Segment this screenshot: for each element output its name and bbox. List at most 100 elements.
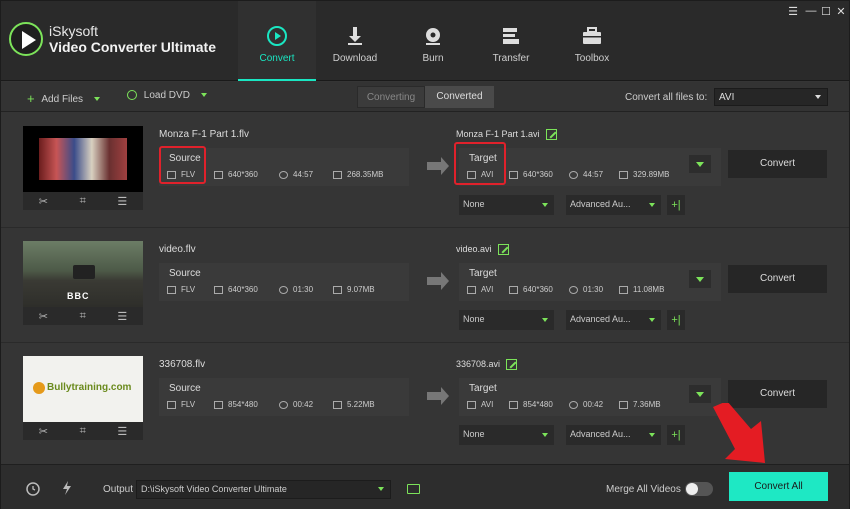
menu-icon[interactable]: ☰ <box>786 5 800 18</box>
thumbnail-image <box>39 138 127 180</box>
resolution-icon <box>509 170 518 179</box>
audio-select[interactable]: Advanced Au... <box>566 195 661 215</box>
source-duration: 00:42 <box>279 400 313 409</box>
minimize-icon[interactable]: — <box>804 5 818 17</box>
bullytraining-logo-text: Bullytraining.com <box>47 382 132 393</box>
target-format-dropdown[interactable] <box>689 385 711 403</box>
transfer-icon <box>503 28 519 44</box>
folder-icon <box>619 285 628 294</box>
target-resolution: 640*360 <box>509 285 553 294</box>
resolution-icon <box>214 285 223 294</box>
plus-icon: + <box>27 91 35 106</box>
target-resolution: 854*480 <box>509 400 553 409</box>
subtitle-select[interactable]: None <box>459 310 554 330</box>
subtitle-select[interactable]: None <box>459 425 554 445</box>
merge-all-toggle[interactable] <box>685 482 713 496</box>
car-shape <box>73 265 95 279</box>
add-subtitle-icon[interactable]: +| <box>667 310 685 330</box>
load-dvd-button[interactable]: Load DVD <box>127 90 207 101</box>
target-format-dropdown[interactable] <box>689 270 711 288</box>
video-thumbnail[interactable] <box>23 126 143 192</box>
add-files-button[interactable]: + Add Files <box>27 90 100 106</box>
tab-converting[interactable]: Converting <box>357 86 425 108</box>
source-resolution: 854*480 <box>214 400 258 409</box>
convert-all-button[interactable]: Convert All <box>729 472 828 501</box>
film-icon <box>467 400 476 409</box>
trim-icon[interactable]: ✂ <box>39 310 48 323</box>
output-path-value: D:\iSkysoft Video Converter Ultimate <box>141 484 287 494</box>
red-arrow-annotation-icon <box>713 403 765 463</box>
video-thumbnail[interactable]: BBC <box>23 241 143 307</box>
alarm-clock-icon[interactable] <box>25 480 41 496</box>
trim-icon[interactable]: ✂ <box>39 195 48 208</box>
effects-icon[interactable]: ☰ <box>117 195 127 208</box>
tab-transfer[interactable]: Transfer <box>472 1 550 81</box>
target-format-dropdown[interactable] <box>689 155 711 173</box>
audio-select[interactable]: Advanced Au... <box>566 310 661 330</box>
resolution-icon <box>509 285 518 294</box>
film-icon <box>167 285 176 294</box>
audio-select[interactable]: Advanced Au... <box>566 425 661 445</box>
chevron-down-icon[interactable] <box>200 93 207 98</box>
edit-icon[interactable] <box>506 359 518 371</box>
effects-icon[interactable]: ☰ <box>117 425 127 438</box>
film-icon <box>467 285 476 294</box>
close-icon[interactable]: ✕ <box>834 5 848 18</box>
source-size: 5.22MB <box>333 400 375 409</box>
target-info[interactable]: Target AVI 640*360 01:30 11.08MB <box>459 263 721 301</box>
arrow-right-icon <box>427 272 449 290</box>
source-format: FLV <box>167 285 195 294</box>
convert-button[interactable]: Convert <box>728 150 827 178</box>
target-file-name: Monza F-1 Part 1.avi <box>456 129 557 141</box>
resolution-icon <box>214 400 223 409</box>
clock-icon <box>279 285 288 294</box>
convert-all-format-value: AVI <box>719 92 735 103</box>
tab-download[interactable]: Download <box>316 1 394 81</box>
subtitle-select[interactable]: None <box>459 195 554 215</box>
source-info: Source FLV 640*360 01:30 9.07MB <box>159 263 409 301</box>
convert-button[interactable]: Convert <box>728 265 827 293</box>
dvd-icon <box>127 90 137 101</box>
file-row: BBC ✂ ⌗ ☰ video.flv Source FLV 640*360 01:… <box>1 228 849 343</box>
edit-icon[interactable] <box>497 244 509 256</box>
crop-icon[interactable]: ⌗ <box>80 310 86 323</box>
convert-all-label: Convert all files to: <box>625 92 708 103</box>
speed-bolt-icon[interactable] <box>61 480 73 496</box>
merge-all-label: Merge All Videos <box>606 484 681 495</box>
chevron-down-icon[interactable] <box>93 97 100 102</box>
crop-icon[interactable]: ⌗ <box>80 425 86 438</box>
source-highlight <box>159 146 206 184</box>
tab-convert-label: Convert <box>259 53 295 64</box>
load-dvd-label: Load DVD <box>143 90 190 101</box>
chevron-down-icon <box>542 318 548 322</box>
crop-icon[interactable]: ⌗ <box>80 195 86 208</box>
target-duration: 44:57 <box>569 170 603 179</box>
download-icon <box>348 27 362 45</box>
effects-icon[interactable]: ☰ <box>117 310 127 323</box>
add-subtitle-icon[interactable]: +| <box>667 425 685 445</box>
folder-icon <box>333 170 342 179</box>
clock-icon <box>279 170 288 179</box>
output-path-select[interactable]: D:\iSkysoft Video Converter Ultimate <box>136 480 391 499</box>
convert-all-format-select[interactable]: AVI <box>714 88 828 106</box>
edit-icon[interactable] <box>545 129 557 141</box>
trim-icon[interactable]: ✂ <box>39 425 48 438</box>
app-window: iSkysoft Video Converter Ultimate Conver… <box>0 0 850 509</box>
target-info[interactable]: Target AVI 854*480 00:42 7.36MB <box>459 378 721 416</box>
source-resolution: 640*360 <box>214 285 258 294</box>
tab-convert[interactable]: Convert <box>238 1 316 81</box>
resolution-icon <box>509 400 518 409</box>
source-size: 268.35MB <box>333 170 383 179</box>
target-size: 7.36MB <box>619 400 661 409</box>
add-subtitle-icon[interactable]: +| <box>667 195 685 215</box>
target-label: Target <box>469 383 497 394</box>
open-folder-icon[interactable] <box>407 484 420 494</box>
tab-converted[interactable]: Converted <box>425 86 494 108</box>
target-resolution: 640*360 <box>509 170 553 179</box>
tab-burn[interactable]: Burn <box>394 1 472 81</box>
maximize-icon[interactable]: ☐ <box>819 5 833 18</box>
target-size: 11.08MB <box>619 285 664 294</box>
video-thumbnail[interactable]: Bullytraining.com <box>23 356 143 422</box>
target-duration: 00:42 <box>569 400 603 409</box>
tab-toolbox[interactable]: Toolbox <box>553 1 631 81</box>
